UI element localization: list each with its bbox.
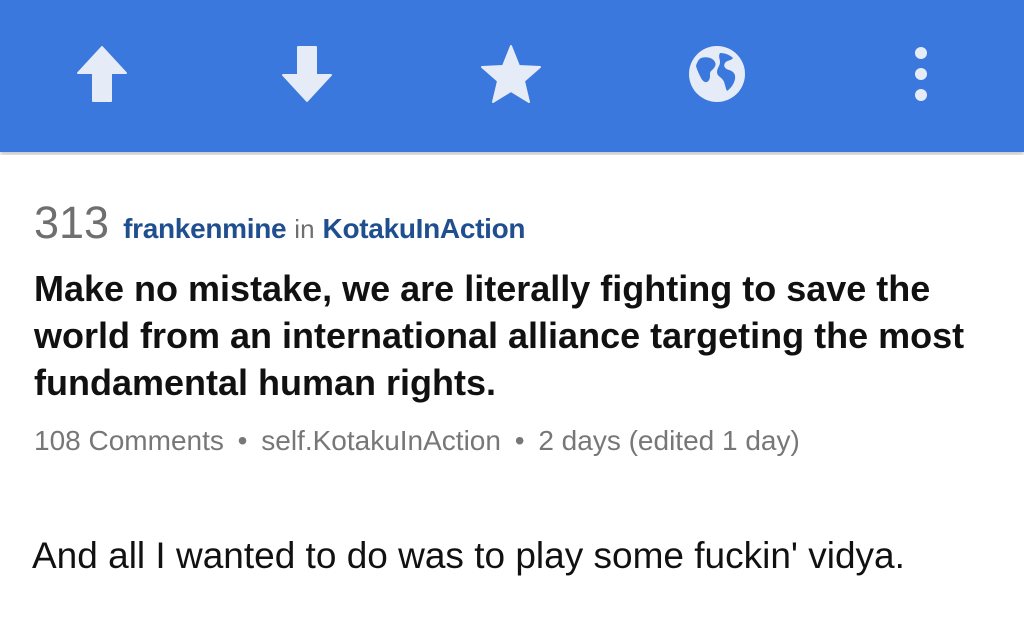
in-label: in — [294, 214, 315, 244]
upvote-button[interactable] — [64, 36, 140, 112]
separator-dot: • — [237, 425, 248, 456]
downvote-button[interactable] — [269, 36, 345, 112]
upvote-arrow-icon — [77, 46, 127, 102]
post-content: 313 frankenmine in KotakuInAction Make n… — [0, 155, 1024, 640]
post-score: 313 — [34, 197, 110, 248]
globe-icon — [689, 46, 745, 102]
post-age: 2 days (edited 1 day) — [538, 425, 800, 456]
post-title[interactable]: Make no mistake, we are literally fighti… — [34, 265, 994, 406]
downvote-arrow-icon — [282, 46, 332, 102]
post-meta-line: 313 frankenmine in KotakuInAction — [34, 197, 526, 257]
separator-dot: • — [514, 425, 525, 456]
more-options-button[interactable] — [883, 36, 959, 112]
post-domain[interactable]: self.KotakuInAction — [261, 425, 501, 456]
post-selftext: And all I wanted to do was to play some … — [32, 535, 905, 576]
open-in-browser-button[interactable] — [679, 36, 755, 112]
star-icon — [481, 45, 541, 103]
more-vertical-icon — [915, 47, 927, 101]
subreddit-link[interactable]: KotakuInAction — [323, 213, 526, 245]
comments-count-link[interactable]: 108 Comments — [34, 425, 224, 456]
post-details: 108 Comments • self.KotakuInAction • 2 d… — [34, 425, 800, 457]
author-link[interactable]: frankenmine — [123, 213, 287, 245]
post-toolbar — [0, 0, 1024, 152]
save-star-button[interactable] — [473, 36, 549, 112]
